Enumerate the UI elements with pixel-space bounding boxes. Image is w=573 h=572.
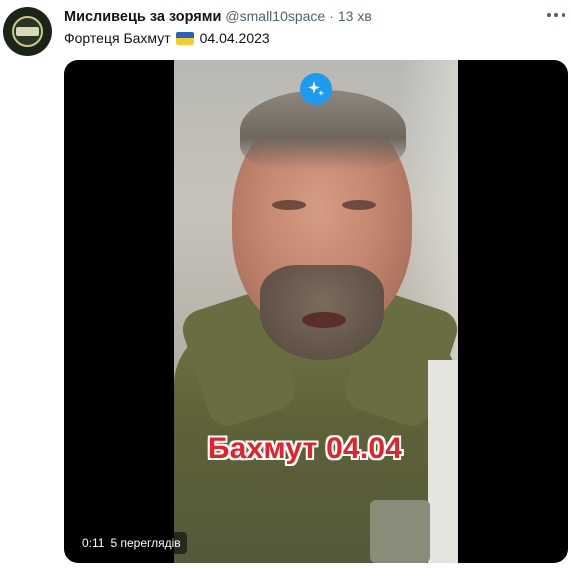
video-frame: [174, 60, 458, 563]
video-views: 5 переглядів: [110, 536, 181, 550]
video-player[interactable]: Бахмут 04.04 0:11 5 переглядів: [64, 60, 568, 563]
ukraine-flag-icon: [175, 31, 194, 45]
jacket-patch: [370, 500, 430, 563]
sparkle-icon[interactable]: [300, 73, 332, 105]
author-name[interactable]: Мисливець за зорями: [64, 9, 221, 25]
more-horizontal-icon[interactable]: [547, 12, 565, 18]
avatar[interactable]: [3, 7, 52, 56]
tweet-text: Фортеця Бахмут 04.04.2023: [64, 30, 270, 46]
tweet-timestamp[interactable]: 13 хв: [338, 8, 372, 24]
tweet-header: Мисливець за зорями @small10space · 13 х…: [64, 8, 372, 28]
video-info-badge: 0:11 5 переглядів: [76, 532, 187, 554]
avatar-band: [16, 27, 39, 36]
separator-dot: ·: [329, 8, 334, 24]
tweet-date-text: 04.04.2023: [199, 30, 270, 46]
tweet[interactable]: Мисливець за зорями @small10space · 13 х…: [0, 0, 573, 572]
author-handle[interactable]: @small10space: [225, 8, 325, 24]
video-duration: 0:11: [82, 536, 105, 550]
video-caption-overlay: Бахмут 04.04: [193, 427, 417, 471]
tweet-text-part: Фортеця Бахмут: [64, 30, 171, 46]
video-caption-text: Бахмут 04.04: [207, 432, 403, 465]
